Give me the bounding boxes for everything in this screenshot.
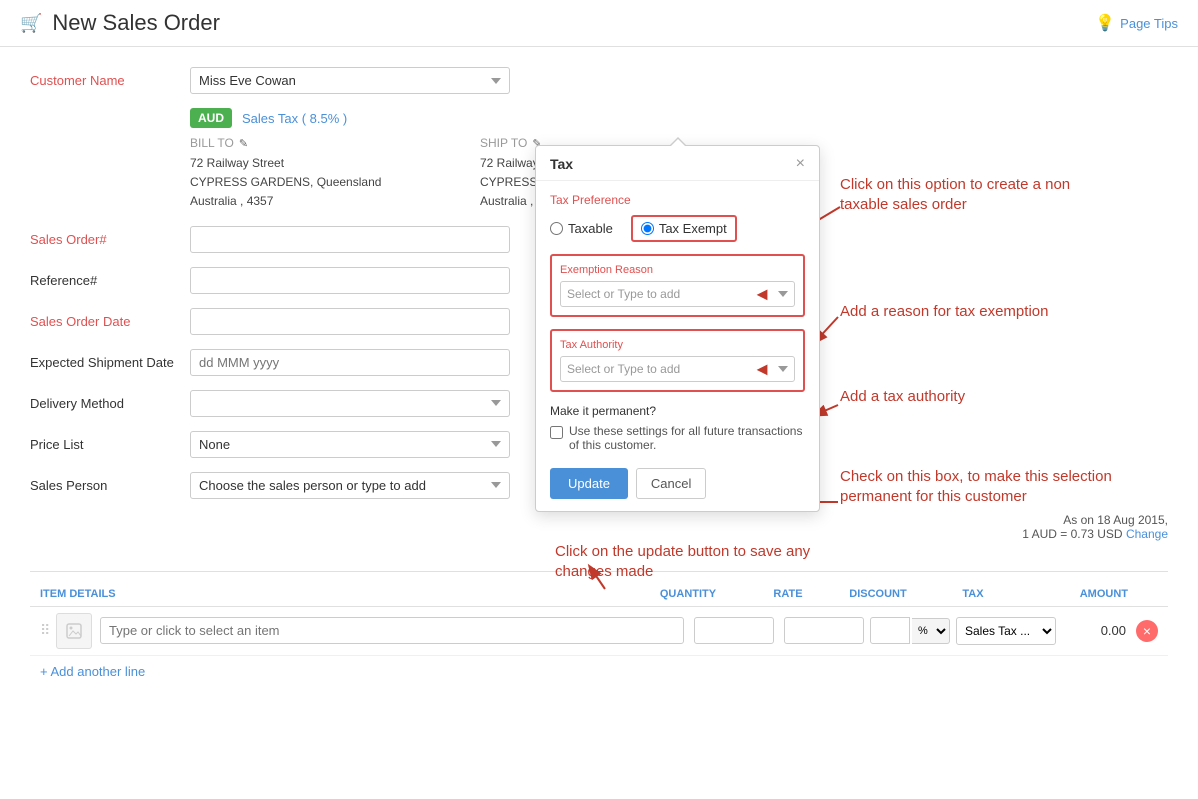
page-title: New Sales Order <box>52 10 220 36</box>
sales-person-label: Sales Person <box>30 472 190 493</box>
sales-order-input[interactable]: SO-00031 <box>190 226 510 253</box>
item-discount-input[interactable]: 0 <box>870 617 910 644</box>
sales-order-label: Sales Order# <box>30 226 190 247</box>
tax-exempt-label: Tax Exempt <box>659 221 727 236</box>
annotation-2: Add a reason for tax exemption <box>840 302 1080 322</box>
delivery-method-label: Delivery Method <box>30 390 190 411</box>
modal-footer: Update Cancel <box>550 464 805 499</box>
annotation-3: Add a tax authority <box>840 387 1080 407</box>
item-amount: 0.00 <box>1056 623 1136 638</box>
bill-to-edit-icon[interactable]: ✎ <box>239 137 248 150</box>
exchange-rate-date: As on 18 Aug 2015, <box>1063 513 1168 527</box>
delivery-method-select[interactable] <box>190 390 510 417</box>
exchange-rate: As on 18 Aug 2015, 1 AUD = 0.73 USD Chan… <box>30 513 1168 541</box>
currency-row: AUD Sales Tax ( 8.5% ) <box>190 108 1168 128</box>
item-rate-input[interactable]: 0.00 <box>784 617 864 644</box>
item-description-input[interactable] <box>100 617 684 644</box>
customer-name-select[interactable]: Miss Eve Cowan <box>190 67 510 94</box>
sales-tax-link[interactable]: Sales Tax ( 8.5% ) <box>242 111 347 126</box>
bill-to-label-row: BILL TO ✎ <box>190 136 450 150</box>
exemption-reason-select[interactable]: Select or Type to add <box>560 281 795 307</box>
permanent-section-label: Make it permanent? <box>550 404 805 418</box>
page-title-group: 🛒 New Sales Order <box>20 10 220 36</box>
page-header: 🛒 New Sales Order 💡 Page Tips <box>0 0 1198 47</box>
item-thumbnail <box>56 613 92 649</box>
tax-authority-label: Tax Authority <box>560 339 795 351</box>
bill-to-label: BILL TO <box>190 136 234 150</box>
col-discount-header: DISCOUNT <box>838 588 918 600</box>
modal-close-button[interactable]: × <box>796 156 805 172</box>
customer-name-label: Customer Name <box>30 67 190 88</box>
drag-handle-icon[interactable]: ⠿ <box>40 622 56 639</box>
reference-input[interactable] <box>190 267 510 294</box>
add-line-button[interactable]: + Add another line <box>30 656 1168 687</box>
sales-person-select[interactable]: Choose the sales person or type to add <box>190 472 510 499</box>
update-button[interactable]: Update <box>550 468 628 499</box>
taxable-label: Taxable <box>568 221 613 236</box>
item-table-section: ITEM DETAILS QUANTITY RATE DISCOUNT TAX … <box>30 571 1168 687</box>
sales-order-date-label: Sales Order Date <box>30 308 190 329</box>
modal-header: Tax × <box>536 146 819 181</box>
customer-name-row: Customer Name Miss Eve Cowan <box>30 67 1168 94</box>
annotation-4: Check on this box, to make this selectio… <box>840 467 1120 508</box>
bill-to-address: 72 Railway Street CYPRESS GARDENS, Queen… <box>190 154 450 212</box>
modal-body: Tax Preference Taxable Tax Exempt Exempt… <box>536 181 819 511</box>
lightbulb-icon: 💡 <box>1095 13 1115 33</box>
tax-preference-group: Taxable Tax Exempt <box>550 215 805 242</box>
exemption-reason-label: Exemption Reason <box>560 264 795 276</box>
price-list-select[interactable]: None <box>190 431 510 458</box>
permanent-section: Make it permanent? Use these settings fo… <box>550 404 805 452</box>
page-tips-label: Page Tips <box>1120 16 1178 31</box>
tax-modal: Tax × Tax Preference Taxable Tax Exempt … <box>535 145 820 512</box>
page-tips-button[interactable]: 💡 Page Tips <box>1095 13 1178 33</box>
currency-badge: AUD <box>190 108 232 128</box>
ship-to-label: SHIP TO <box>480 136 527 150</box>
tax-authority-box: Tax Authority Select or Type to add ◄ <box>550 329 805 392</box>
main-content: Customer Name Miss Eve Cowan AUD Sales T… <box>0 47 1198 707</box>
exemption-reason-box: Exemption Reason Select or Type to add ◄ <box>550 254 805 317</box>
sales-order-date-input[interactable]: 14 Sep 2015 <box>190 308 510 335</box>
item-discount-type-select[interactable]: % $ <box>912 618 950 644</box>
reference-label: Reference# <box>30 267 190 288</box>
col-tax-header: TAX <box>918 588 1028 600</box>
add-line-label: + Add another line <box>40 664 145 679</box>
permanent-check-row[interactable]: Use these settings for all future transa… <box>550 424 805 452</box>
annotation-1: Click on this option to create a non tax… <box>840 175 1120 216</box>
tax-preference-label: Tax Preference <box>550 193 805 207</box>
item-discount-wrap: 0 % $ <box>870 617 950 644</box>
price-list-label: Price List <box>30 431 190 452</box>
taxable-option[interactable]: Taxable <box>550 215 613 242</box>
modal-title: Tax <box>550 156 573 172</box>
col-item-header: ITEM DETAILS <box>40 588 638 600</box>
item-tax-select[interactable]: Sales Tax ... <box>956 617 1056 645</box>
permanent-checkbox[interactable] <box>550 426 563 439</box>
delete-item-button[interactable]: × <box>1136 620 1158 642</box>
bill-to-block: BILL TO ✎ 72 Railway Street CYPRESS GARD… <box>190 136 450 212</box>
taxable-radio[interactable] <box>550 222 563 235</box>
tax-authority-select[interactable]: Select or Type to add <box>560 356 795 382</box>
exchange-rate-value: 1 AUD = 0.73 USD <box>1022 527 1122 541</box>
item-table-header: ITEM DETAILS QUANTITY RATE DISCOUNT TAX … <box>30 582 1168 607</box>
item-qty-input[interactable]: 1.00 <box>694 617 774 644</box>
tax-exempt-option[interactable]: Tax Exempt <box>631 215 737 242</box>
shipment-date-label: Expected Shipment Date <box>30 349 190 370</box>
col-rate-header: RATE <box>738 588 838 600</box>
annotation-5: Click on the update button to save any c… <box>555 542 815 583</box>
table-row: ⠿ 1.00 0.00 0 % $ Sales Tax ... 0.00 <box>30 607 1168 656</box>
cart-icon: 🛒 <box>20 13 42 34</box>
shipment-date-input[interactable] <box>190 349 510 376</box>
cancel-button[interactable]: Cancel <box>636 468 706 499</box>
change-link[interactable]: Change <box>1126 527 1168 541</box>
col-qty-header: QUANTITY <box>638 588 738 600</box>
tax-exempt-radio[interactable] <box>641 222 654 235</box>
col-amount-header: AMOUNT <box>1028 588 1128 600</box>
permanent-check-label: Use these settings for all future transa… <box>569 424 805 452</box>
